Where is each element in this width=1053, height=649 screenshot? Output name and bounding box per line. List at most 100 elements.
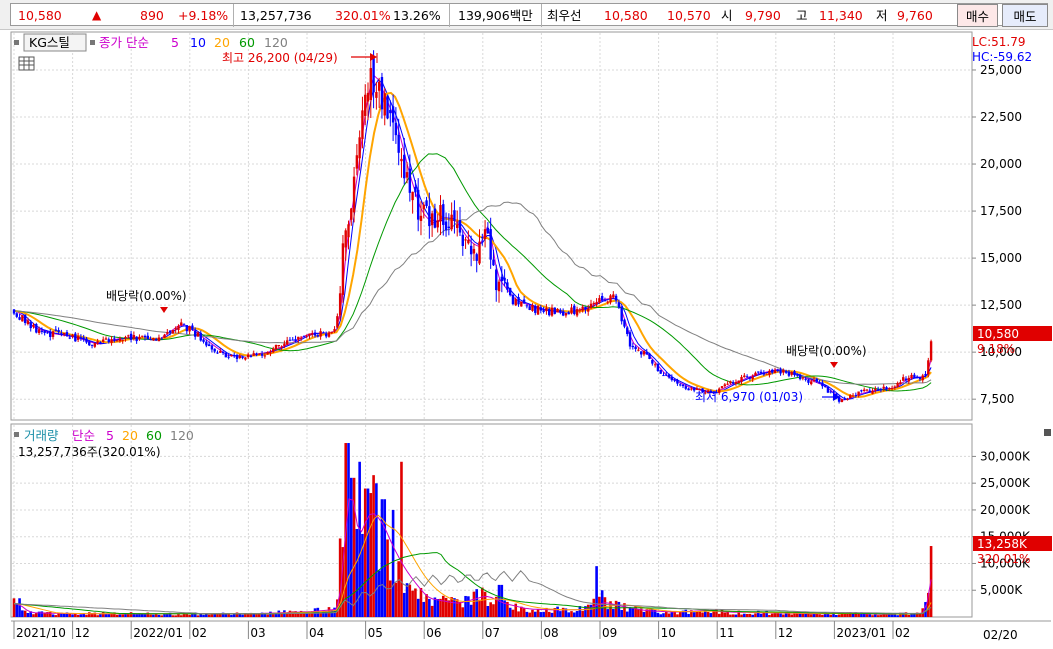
volume-bar [879, 614, 883, 617]
candle-body [313, 332, 317, 336]
candle-body [888, 388, 891, 390]
candle-body [389, 109, 392, 114]
candle-body [628, 332, 632, 347]
volume-bar [692, 612, 696, 617]
candle-body [617, 302, 621, 308]
candle-body [528, 306, 531, 310]
candle-body [185, 325, 189, 332]
volume-bar [224, 613, 228, 617]
candle-body [723, 384, 727, 387]
candle-body [32, 325, 35, 328]
volume-bar [430, 605, 434, 617]
candle-body [18, 317, 21, 320]
candle-body [372, 58, 375, 93]
candle-body [573, 305, 576, 315]
candle-body [642, 350, 646, 355]
volume-bar [177, 614, 180, 617]
candle-body [233, 355, 236, 357]
candle-body [860, 390, 863, 392]
candle-body [283, 343, 286, 346]
volume-bar [76, 614, 80, 617]
candle-body [506, 282, 509, 290]
volume-bar [589, 604, 593, 617]
volume-bar [776, 613, 780, 617]
collapse-icon[interactable] [1044, 429, 1051, 436]
candle-body [272, 348, 275, 353]
volume-bar [631, 607, 635, 617]
volume-bar [274, 613, 278, 617]
sell-button[interactable]: 매도 [1002, 4, 1048, 27]
chart-area[interactable]: 7,500 10,000 12,500 15,000 17,500 20,000 22,50… [10, 31, 1053, 646]
candle-body [99, 342, 102, 344]
volume-bar [489, 602, 492, 617]
volume-bar [528, 612, 531, 617]
volume-title: 거래량 [24, 428, 59, 443]
candle-body [219, 351, 222, 353]
candle-body [127, 335, 130, 337]
candle-body [570, 307, 573, 314]
x-tick-label: 03 [250, 626, 265, 640]
volume-ma-legend-60: 60 [146, 428, 162, 443]
volume-bar [508, 607, 512, 617]
y-tick-label: 22,500 [980, 110, 1022, 124]
candle-body [76, 336, 80, 340]
candle-body [23, 314, 27, 323]
candle-body [299, 337, 303, 339]
volume-bar [676, 614, 679, 617]
x-tick-label: 10 [661, 626, 676, 640]
candle-body [472, 248, 476, 254]
stock-chart[interactable]: 7,50010,00012,50015,00017,50020,00022,50… [10, 31, 1053, 646]
candle-body [729, 381, 732, 384]
candle-body [90, 344, 94, 346]
candle-body [456, 224, 459, 228]
candle-body [74, 333, 77, 342]
candle-body [810, 381, 813, 385]
candle-body [260, 354, 264, 356]
current-volume-pct-tag: 320.01% [977, 552, 1030, 566]
candle-body [333, 329, 336, 332]
volume-bar [698, 611, 702, 617]
volume-bar [812, 613, 816, 617]
candle-body [49, 331, 52, 337]
candle-body [731, 382, 735, 384]
high-label: 고 [796, 8, 808, 23]
candle-body [207, 344, 211, 347]
candle-body [171, 330, 175, 334]
candle-body [812, 379, 816, 381]
candle-body [57, 330, 60, 332]
candle-body [263, 355, 267, 357]
x-tick-label: 08 [543, 626, 558, 640]
candle-body [230, 354, 233, 357]
volume-bar [748, 613, 752, 617]
buy-button[interactable]: 매수 [957, 4, 998, 27]
volume-ma-legend-120: 120 [170, 428, 194, 443]
candle-body [539, 307, 543, 311]
candle-body [163, 334, 166, 338]
volume-bar [656, 612, 660, 617]
volume-bar [458, 602, 462, 617]
candle-body [37, 329, 41, 334]
volume-bar [366, 488, 370, 617]
candle-body [269, 352, 272, 354]
candle-body [600, 296, 604, 301]
candle-body [213, 348, 216, 352]
volume-bar [667, 613, 671, 617]
volume-bar [612, 609, 615, 617]
candle-body [113, 338, 116, 340]
y-tick-label: 17,500 [980, 204, 1022, 218]
candle-body [433, 208, 437, 228]
best-ask: 10,580 [604, 8, 648, 23]
table-icon[interactable] [18, 56, 35, 71]
candle-body [224, 352, 228, 358]
candle-body [405, 172, 409, 178]
y-tick-label: 25,000K [980, 476, 1031, 490]
candle-body [302, 336, 306, 338]
current-pct-tag: 9.18% [977, 342, 1015, 356]
candle-body [188, 326, 191, 332]
volume-bar [115, 614, 119, 617]
volume-bar [140, 613, 144, 617]
candle-body [564, 313, 568, 316]
candle-body [394, 122, 398, 136]
candle-body [798, 374, 802, 380]
candle-body [896, 382, 899, 387]
